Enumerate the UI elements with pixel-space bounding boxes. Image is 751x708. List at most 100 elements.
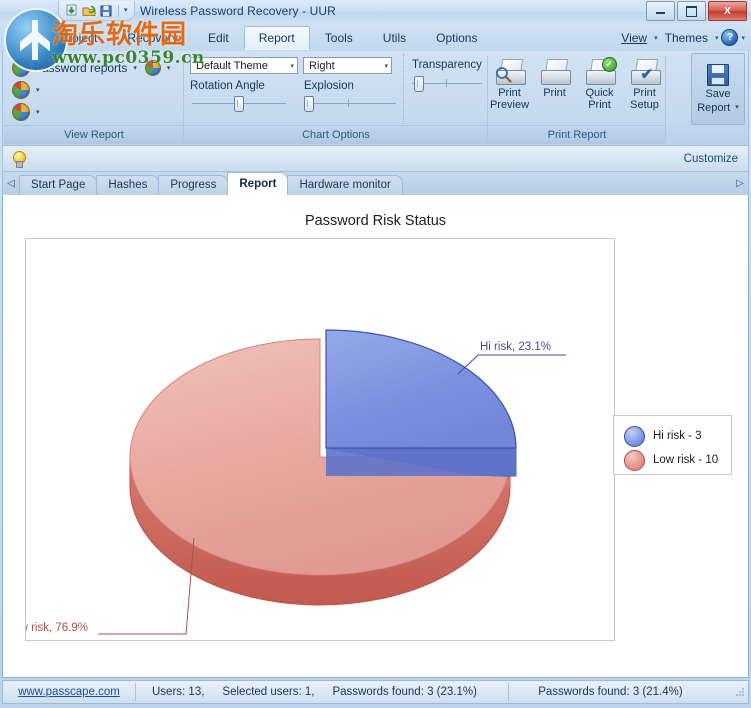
report-row-3-caret-icon[interactable]: ▾ (36, 108, 40, 116)
pie-chart-icon-4[interactable] (12, 103, 30, 121)
tab-hashes[interactable]: Hashes (96, 175, 160, 195)
ribbon-group-chart-options: Default Theme ▾ Right ▾ Rotation Angle E… (184, 52, 488, 144)
minimize-button[interactable] (646, 1, 675, 21)
status-website-cell[interactable]: www.passcape.com (3, 681, 135, 703)
theme-combo-caret-icon[interactable]: ▾ (290, 62, 294, 70)
lightbulb-icon[interactable] (12, 150, 26, 168)
tab-start-page[interactable]: Start Page (19, 175, 98, 195)
window-controls: X (646, 1, 747, 21)
ribbon: Password reports ▾ ▾ ▾ ▾ View Report Def… (2, 51, 749, 146)
tab-prev-arrow-icon[interactable]: ◁ (3, 171, 19, 195)
theme-combo[interactable]: Default Theme ▾ (190, 57, 298, 74)
status-bar: www.passcape.com Users: 13, Selected use… (2, 680, 749, 704)
menu-bar: Project Recovery Edit Report Tools Utils… (0, 24, 751, 51)
status-right-text: Passwords found: 3 (21.4%) (538, 686, 683, 698)
maximize-button[interactable] (677, 1, 706, 21)
close-button[interactable]: X (708, 1, 747, 21)
save-project-icon[interactable] (65, 4, 79, 18)
save-report-button[interactable]: Save Report ▾ (691, 53, 745, 125)
legend-position-combo[interactable]: Right ▾ (303, 57, 392, 74)
status-right-cell: Passwords found: 3 (21.4%) (509, 681, 711, 703)
tab-progress[interactable]: Progress (158, 175, 229, 195)
pie-chart-svg[interactable]: Hi risk, 23.1% Low risk, 76.9% (7, 239, 614, 640)
transparency-slider[interactable] (412, 76, 482, 92)
quick-print-icon: ✓ (584, 57, 617, 87)
save-report-label-top: Save (705, 87, 731, 100)
menu-item-report[interactable]: Report (243, 25, 310, 50)
qat-overflow-caret[interactable]: ▾ (124, 7, 128, 14)
legend-label-hi-risk: Hi risk - 3 (653, 430, 702, 442)
menu-item-recovery[interactable]: Recovery (112, 26, 193, 50)
report-row-2[interactable]: ▾ (4, 79, 184, 101)
chart-options-inner-separator (403, 54, 405, 124)
explosion-thumb[interactable] (304, 96, 314, 112)
menu-item-project[interactable]: Project (45, 26, 112, 50)
print-setup-button[interactable]: ✔ Print Setup (623, 56, 666, 111)
ribbon-group-print-report: Print Preview Print ✓ Quick Print ✔ Prin… (488, 52, 666, 144)
view-caret-icon[interactable]: ▾ (654, 34, 658, 42)
menu-item-view[interactable]: View (617, 29, 651, 47)
menu-item-edit[interactable]: Edit (193, 26, 244, 50)
menu-item-utils[interactable]: Utils (368, 26, 421, 50)
legend-position-value: Right (309, 59, 335, 72)
print-button[interactable]: Print (533, 56, 576, 99)
chart-panel[interactable]: Hi risk, 23.1% Low risk, 76.9% (7, 238, 615, 641)
print-setup-icon: ✔ (629, 59, 661, 87)
pie-chart-icon-2[interactable] (144, 60, 161, 76)
report-row-2-caret-icon[interactable]: ▾ (36, 86, 40, 94)
help-icon[interactable]: ? (721, 29, 739, 46)
save-icon[interactable] (99, 4, 113, 18)
save-report-caret-icon[interactable]: ▾ (735, 104, 739, 111)
status-counts-cell: Users: 13, Selected users: 1, Passwords … (136, 681, 485, 703)
explosion-slider[interactable] (304, 96, 396, 112)
save-report-label-bottom: Report ▾ (697, 101, 739, 114)
quick-access-toolbar[interactable]: ▾ (58, 1, 135, 21)
report-row-3[interactable]: ▾ (4, 101, 184, 123)
pie-chart-icon-3[interactable] (12, 81, 30, 99)
qat-separator (118, 4, 119, 17)
tab-report[interactable]: Report (227, 172, 289, 195)
print-preview-icon (494, 59, 526, 87)
explosion-tick (348, 99, 349, 107)
quick-print-button[interactable]: ✓ Quick Print (578, 56, 621, 111)
tab-next-arrow-icon[interactable]: ▷ (732, 171, 748, 195)
menu-item-tools[interactable]: Tools (310, 26, 368, 50)
status-selected-users: Selected users: 1, (222, 686, 315, 698)
transparency-tick (446, 79, 447, 87)
quick-print-label-bottom: Print (588, 99, 611, 111)
customize-bar: Customize (2, 146, 749, 172)
rotation-angle-slider[interactable] (192, 96, 286, 112)
tab-strip: ◁ Start Page Hashes Progress Report Hard… (2, 172, 749, 196)
customize-link[interactable]: Customize (684, 153, 738, 165)
password-reports-label: Password reports (34, 61, 128, 75)
tab-hardware-monitor[interactable]: Hardware monitor (287, 175, 403, 195)
password-reports-caret-icon[interactable]: ▾ (133, 64, 137, 72)
legend-item-low-risk[interactable]: Low risk - 10 (624, 448, 731, 472)
help-caret-icon[interactable]: ▾ (741, 34, 745, 42)
print-setup-label-top: Print (633, 87, 656, 99)
explosion-label: Explosion (304, 80, 354, 92)
transparency-thumb[interactable] (414, 76, 424, 92)
menu-item-themes[interactable]: Themes (661, 29, 712, 47)
view-report-caption: View Report (4, 125, 184, 144)
low-risk-data-label: Low risk, 76.9% (26, 622, 88, 634)
passcape-link[interactable]: www.passcape.com (18, 686, 120, 698)
hi-risk-leader-line (457, 354, 566, 375)
themes-caret-icon[interactable]: ▾ (715, 34, 719, 42)
legend-item-hi-risk[interactable]: Hi risk - 3 (624, 424, 731, 448)
legend-swatch-hi-risk (624, 425, 645, 447)
report-content: Password Risk Status Hi risk, 23.1% risk… (2, 195, 749, 678)
open-project-icon[interactable] (82, 4, 96, 18)
print-preview-button[interactable]: Print Preview (488, 56, 531, 111)
pie-chart-2-caret-icon[interactable]: ▾ (167, 64, 171, 72)
print-icon (539, 59, 571, 87)
transparency-label: Transparency (412, 59, 482, 71)
menu-item-options[interactable]: Options (421, 26, 492, 50)
resize-grip-icon[interactable] (734, 687, 745, 697)
print-preview-label-bottom: Preview (489, 99, 530, 111)
legend-position-caret-icon[interactable]: ▾ (384, 62, 388, 70)
chart-options-caption: Chart Options (184, 125, 488, 144)
rotation-thumb[interactable] (234, 96, 244, 112)
pie-chart-icon[interactable] (12, 59, 30, 77)
password-reports-row[interactable]: Password reports ▾ ▾ (4, 57, 184, 79)
